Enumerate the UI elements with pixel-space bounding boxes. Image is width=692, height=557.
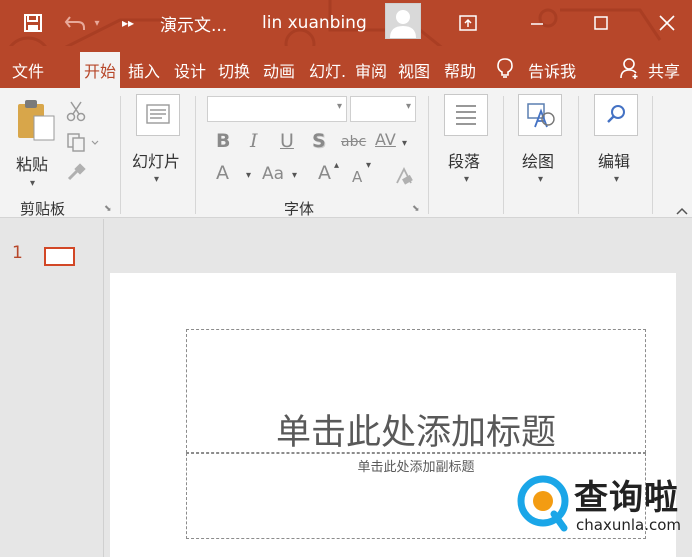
avatar[interactable]	[385, 3, 421, 39]
share-label: 共享	[648, 62, 681, 81]
tab-home[interactable]: 开始	[80, 52, 121, 88]
undo-icon[interactable]	[60, 0, 90, 46]
editing-label: 编辑	[598, 152, 631, 171]
shadow-button[interactable]: S	[312, 130, 326, 152]
ribbon-tabs: 文件 开始 插入 设计 切换 动画 幻灯. 审阅 视图 帮助 告诉我 共享	[0, 46, 692, 88]
new-slide-icon	[136, 94, 180, 136]
paragraph-dropdown-icon[interactable]: ▾	[464, 174, 469, 185]
collapse-ribbon-icon[interactable]	[676, 200, 688, 219]
font-size-dropdown-icon: ▾	[405, 101, 411, 112]
font-launcher-icon[interactable]: ⬊	[412, 204, 420, 214]
drawing-label: 绘图	[522, 152, 555, 171]
drawing-dropdown-icon[interactable]: ▾	[538, 174, 543, 185]
change-case-button[interactable]: Aa	[262, 164, 284, 184]
watermark-brand: 查询啦	[574, 478, 679, 518]
tab-file[interactable]: 文件	[12, 52, 44, 88]
new-slide-button[interactable]: 幻灯片 ▾	[128, 94, 188, 190]
paragraph-label: 段落	[448, 152, 481, 171]
tab-transitions[interactable]: 切换	[218, 52, 250, 88]
drawing-icon	[518, 94, 562, 136]
divider	[652, 96, 653, 214]
tell-me-label: 告诉我	[528, 62, 577, 81]
title-bar: ▾ ▸▸ 演示文... lin xuanbing	[0, 0, 692, 84]
watermark-logo-icon	[516, 474, 572, 536]
paste-button[interactable]: 粘贴 ▾	[10, 96, 60, 189]
paragraph-icon	[444, 94, 488, 136]
divider	[120, 96, 121, 214]
divider	[195, 96, 196, 214]
shrink-font-arrow-icon: ▾	[366, 160, 372, 171]
maximize-icon[interactable]	[584, 0, 618, 46]
shrink-font-button[interactable]: A	[352, 168, 362, 186]
drawing-button[interactable]: 绘图 ▾	[514, 94, 568, 190]
minimize-icon[interactable]	[520, 0, 554, 46]
ribbon-display-icon[interactable]	[452, 0, 484, 46]
character-spacing-button[interactable]: AV	[375, 130, 396, 149]
ribbon: 粘贴 ▾ 剪贴板 ⬊ 幻灯片 ▾ ▾ ▾ B I U S abc AV ▾ A …	[0, 88, 692, 218]
clipboard-launcher-icon[interactable]: ⬊	[104, 204, 112, 214]
document-title: 演示文...	[160, 15, 228, 36]
tab-animations[interactable]: 动画	[263, 52, 295, 88]
lightbulb-icon	[496, 57, 520, 83]
bold-button[interactable]: B	[216, 130, 230, 152]
paragraph-button[interactable]: 段落 ▾	[440, 94, 494, 190]
title-placeholder-text: 单击此处添加标题	[275, 413, 556, 453]
font-name-select[interactable]: ▾	[207, 96, 347, 122]
editing-button[interactable]: 编辑 ▾	[590, 94, 644, 190]
watermark-url: chaxunla.com	[576, 516, 681, 534]
title-placeholder[interactable]: 单击此处添加标题	[186, 329, 646, 453]
new-slide-dropdown-icon[interactable]: ▾	[154, 174, 159, 185]
italic-button[interactable]: I	[250, 130, 258, 152]
quick-access-more-icon[interactable]: ▸▸	[116, 0, 140, 46]
search-icon	[594, 94, 638, 136]
paste-icon	[16, 98, 56, 146]
editing-dropdown-icon[interactable]: ▾	[614, 174, 619, 185]
slides-pane: 1	[0, 219, 104, 557]
underline-button[interactable]: U	[280, 130, 294, 152]
divider	[503, 96, 504, 214]
grow-font-button[interactable]: A	[318, 162, 331, 184]
clipboard-group-label: 剪贴板	[20, 200, 66, 218]
new-slide-label: 幻灯片	[132, 152, 181, 171]
tab-view[interactable]: 视图	[398, 52, 430, 88]
divider	[428, 96, 429, 214]
undo-dropdown-icon[interactable]: ▾	[90, 0, 104, 46]
font-color-dropdown-icon[interactable]: ▾	[246, 170, 251, 181]
close-icon[interactable]	[650, 0, 684, 46]
clear-formatting-icon[interactable]	[394, 166, 414, 190]
tab-review[interactable]: 审阅	[355, 52, 387, 88]
tab-slideshow[interactable]: 幻灯.	[309, 52, 346, 88]
character-spacing-dropdown-icon[interactable]: ▾	[402, 138, 407, 149]
font-name-dropdown-icon: ▾	[336, 101, 342, 112]
font-color-button[interactable]: A	[216, 162, 229, 184]
cut-icon[interactable]	[66, 100, 86, 126]
tab-help[interactable]: 帮助	[444, 52, 476, 88]
font-group-label: 字体	[284, 200, 315, 218]
format-painter-icon[interactable]	[66, 162, 86, 186]
tell-me-box[interactable]: 告诉我	[496, 52, 576, 88]
change-case-dropdown-icon[interactable]: ▾	[292, 170, 297, 181]
divider	[578, 96, 579, 214]
strikethrough-button[interactable]: abc	[341, 134, 366, 150]
tab-insert[interactable]: 插入	[128, 52, 160, 88]
save-icon[interactable]	[18, 0, 48, 46]
paste-dropdown-icon[interactable]: ▾	[30, 178, 35, 189]
share-button[interactable]: 共享	[620, 52, 680, 88]
user-name[interactable]: lin xuanbing	[262, 0, 374, 46]
font-size-select[interactable]: ▾	[350, 96, 416, 122]
watermark: 查询啦 chaxunla.com	[516, 470, 692, 540]
slide-thumbnail[interactable]	[44, 247, 75, 266]
grow-font-arrow-icon: ▴	[334, 160, 340, 171]
tab-design[interactable]: 设计	[174, 52, 206, 88]
paste-label: 粘贴	[16, 155, 49, 174]
slide-thumbnail-number: 1	[12, 243, 23, 263]
share-person-icon	[620, 57, 644, 83]
copy-icon[interactable]	[66, 132, 100, 156]
